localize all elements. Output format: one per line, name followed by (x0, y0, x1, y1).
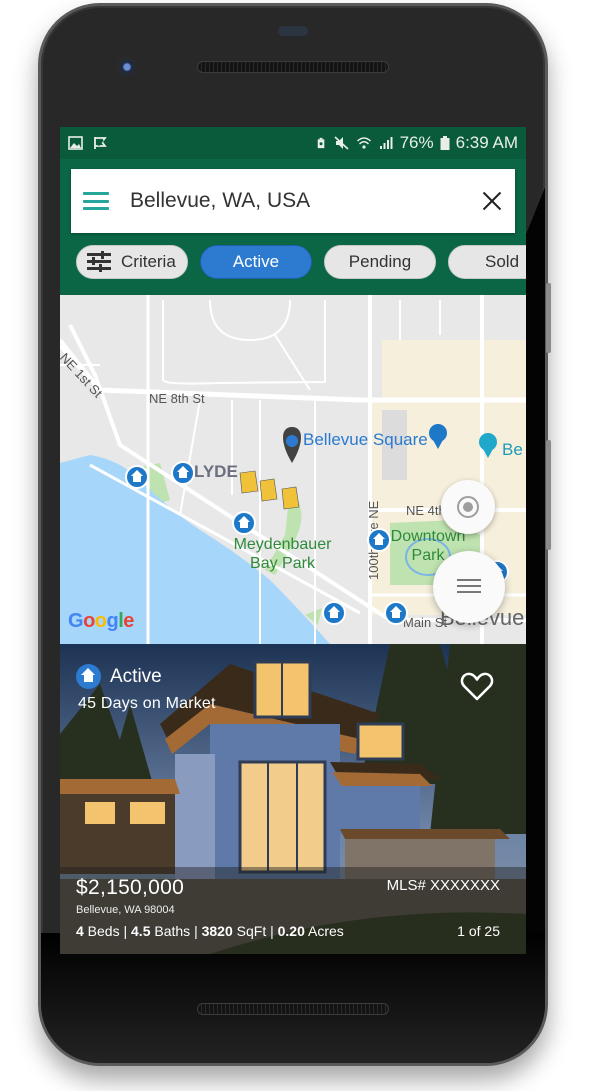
street-label-ne-8th: NE 8th St (149, 391, 205, 406)
listing-price: $2,150,000 (76, 876, 185, 899)
listing-marker[interactable] (232, 511, 256, 535)
listing-status: Active (110, 665, 162, 687)
listing-marker[interactable] (125, 465, 149, 489)
mute-icon (334, 136, 349, 150)
home-status-icon (76, 664, 101, 689)
listing-header: Active 45 Days on Market (76, 664, 216, 713)
filter-chip-sold[interactable]: Sold (448, 245, 526, 279)
park-label-meydenbauer: Meydenbauer Bay Park (233, 536, 332, 572)
front-camera (116, 56, 136, 76)
listing-marker[interactable] (171, 461, 195, 485)
my-location-button[interactable] (441, 480, 495, 534)
criteria-label: Criteria (121, 252, 176, 271)
list-view-button[interactable] (433, 551, 505, 623)
power-button (546, 283, 551, 353)
listing-card[interactable]: Active 45 Days on Market $2,150,000 MLS#… (60, 644, 526, 954)
listing-marker[interactable] (384, 601, 408, 625)
battery-saver-icon (317, 137, 324, 149)
criteria-button[interactable]: Criteria (76, 245, 188, 279)
map-view[interactable]: NE 1st St NE 8th St NE 4th 100th Ave NE … (60, 295, 526, 644)
sqft-count: 3820 (201, 923, 233, 939)
battery-percent: 76% (399, 133, 434, 152)
google-logo: Google (68, 610, 134, 632)
listing-marker[interactable] (322, 601, 346, 625)
beds-label: Beds | (83, 923, 132, 939)
acres-count: 0.20 (277, 923, 305, 939)
close-icon[interactable] (481, 190, 503, 212)
app-screen: 76% 6:39 AM Criteria Active Pending Sold (60, 127, 526, 954)
tune-icon (87, 251, 111, 273)
baths-label: Baths | (150, 923, 202, 939)
volume-button (546, 440, 551, 550)
listing-specs: 4 Beds | 4.5 Baths | 3820 SqFt | 0.20 Ac… (76, 923, 344, 939)
search-bar (71, 169, 515, 233)
status-filter-chips: Criteria Active Pending Sold (76, 245, 526, 279)
bottom-speaker (197, 1003, 389, 1015)
location-search-input[interactable] (130, 189, 460, 213)
favorite-heart-icon[interactable] (460, 672, 494, 702)
image-icon (68, 136, 83, 150)
filter-chip-pending[interactable]: Pending (324, 245, 436, 279)
hamburger-menu-icon[interactable] (83, 192, 109, 210)
listing-marker[interactable] (367, 528, 391, 552)
list-icon (457, 579, 481, 593)
filter-chip-active[interactable]: Active (200, 245, 312, 279)
crosshair-target-icon (457, 496, 479, 518)
days-on-market: 45 Days on Market (78, 695, 216, 712)
top-speaker (197, 61, 389, 73)
listing-counter: 1 of 25 (457, 923, 500, 939)
mls-number: MLS# XXXXXXX (386, 877, 500, 894)
proximity-sensor (278, 26, 308, 36)
poi-partial[interactable]: Be (502, 440, 523, 460)
signal-icon (379, 137, 393, 149)
wifi-icon (356, 137, 371, 149)
check-flag-icon (94, 137, 107, 149)
battery-icon (440, 136, 450, 150)
baths-count: 4.5 (131, 923, 151, 939)
clock: 6:39 AM (455, 133, 518, 152)
beds-count: 4 (76, 923, 84, 939)
status-bar: 76% 6:39 AM (60, 127, 526, 159)
listing-address: Bellevue, WA 98004 (76, 904, 175, 916)
acres-label: Acres (304, 923, 344, 939)
neighborhood-label: LYDE (194, 462, 238, 481)
street-label-ne-4th: NE 4th (406, 503, 446, 518)
sqft-label: SqFt | (232, 923, 278, 939)
poi-bellevue-square[interactable]: Bellevue Square (303, 430, 428, 450)
